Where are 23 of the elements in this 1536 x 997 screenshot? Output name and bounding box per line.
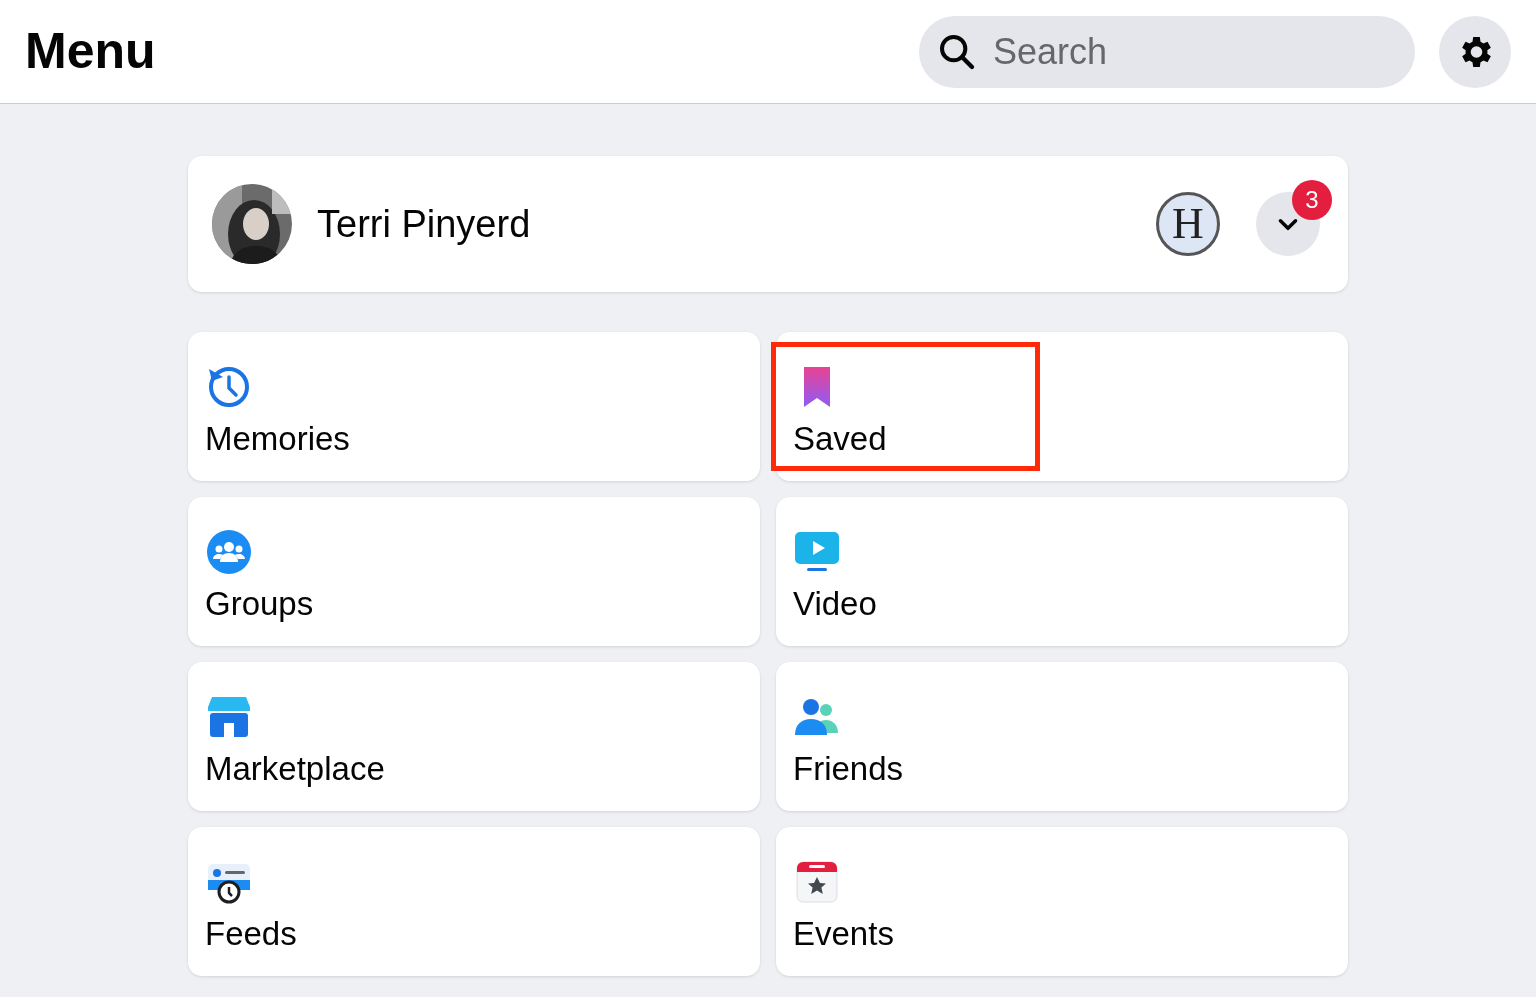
shortcut-card[interactable]: Video bbox=[776, 497, 1348, 646]
shortcut-card[interactable]: Memories bbox=[188, 332, 760, 481]
shortcut-label: Marketplace bbox=[205, 749, 386, 789]
shortcut-card[interactable]: Friends bbox=[776, 662, 1348, 811]
page-title: Menu bbox=[25, 22, 157, 81]
profile-name: Terri Pinyerd bbox=[317, 201, 532, 247]
group-icon bbox=[205, 528, 253, 576]
profile-card[interactable]: Terri Pinyerd H 3 bbox=[188, 156, 1348, 292]
app-logo[interactable]: H bbox=[1156, 192, 1220, 256]
shortcut-label: Video bbox=[793, 584, 878, 624]
shortcut-label: Groups bbox=[205, 584, 315, 624]
shortcut-label: Saved bbox=[793, 419, 888, 459]
shortcut-card[interactable]: Groups bbox=[188, 497, 760, 646]
shortcut-card[interactable]: Events bbox=[776, 827, 1348, 976]
shortcut-label: Feeds bbox=[205, 914, 298, 954]
calendar-icon bbox=[793, 858, 841, 906]
shortcut-label: Events bbox=[793, 914, 895, 954]
shortcut-card[interactable]: Feeds bbox=[188, 827, 760, 976]
notification-badge: 3 bbox=[1292, 180, 1332, 220]
shortcut-label: Memories bbox=[205, 419, 351, 459]
search-field[interactable]: Search bbox=[919, 15, 1415, 88]
shortcut-label: Friends bbox=[793, 749, 905, 789]
shortcut-card[interactable]: Marketplace bbox=[188, 662, 760, 811]
